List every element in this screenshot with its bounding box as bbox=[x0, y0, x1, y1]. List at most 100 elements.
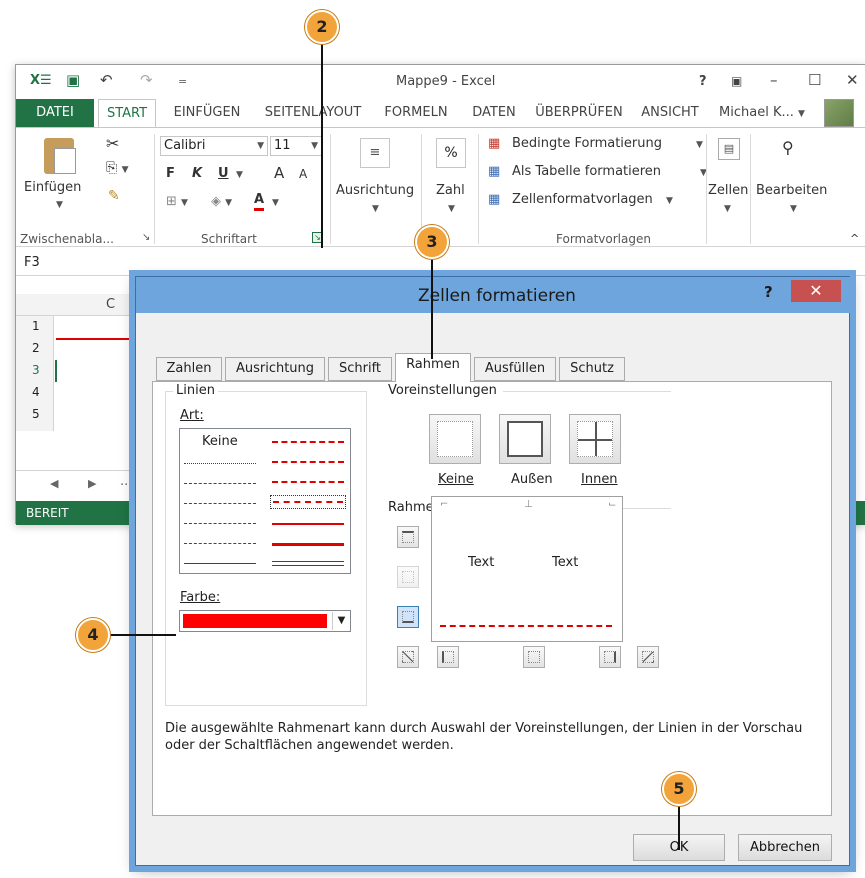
qat-customize-icon[interactable]: = bbox=[178, 75, 187, 88]
find-binoculars-icon[interactable]: ⚲ bbox=[782, 138, 794, 157]
line-style-option[interactable] bbox=[184, 543, 256, 544]
line-style-option[interactable] bbox=[272, 543, 344, 546]
bold-button[interactable]: F bbox=[166, 166, 175, 181]
number-button[interactable]: Zahl bbox=[436, 183, 465, 198]
tab-daten[interactable]: DATEN bbox=[462, 99, 526, 127]
border-left-button[interactable] bbox=[437, 646, 459, 668]
line-style-option[interactable] bbox=[272, 461, 344, 463]
row-header-3[interactable]: 3 bbox=[32, 363, 40, 377]
copy-icon[interactable]: ⎘ ▼ bbox=[106, 160, 129, 176]
tab-schutz[interactable]: Schutz bbox=[559, 357, 625, 381]
preview-bottom-border[interactable] bbox=[440, 625, 612, 627]
line-style-list[interactable]: Keine bbox=[179, 428, 351, 574]
dialog-close-button[interactable]: ✕ bbox=[791, 280, 841, 302]
conditional-format-button[interactable]: Bedingte Formatierung bbox=[512, 136, 662, 151]
border-diagonal-up-button[interactable] bbox=[397, 646, 419, 668]
font-color-button[interactable]: A bbox=[254, 192, 265, 211]
border-middle-horizontal-button[interactable] bbox=[397, 566, 419, 588]
callout-4-line bbox=[110, 634, 176, 636]
line-style-option[interactable] bbox=[272, 441, 344, 443]
user-account[interactable]: Michael K... ▼ bbox=[712, 99, 812, 127]
collapse-ribbon-icon[interactable]: ^ bbox=[850, 232, 859, 245]
line-style-option[interactable] bbox=[184, 483, 256, 484]
minimize-icon[interactable]: – bbox=[770, 71, 778, 89]
cells-icon[interactable]: ▤ bbox=[718, 138, 740, 160]
clipboard-launcher-icon[interactable]: ↘ bbox=[142, 232, 150, 243]
tab-ansicht[interactable]: ANSICHT bbox=[632, 99, 708, 127]
line-style-selected[interactable] bbox=[270, 495, 346, 509]
name-box[interactable]: F3 bbox=[24, 255, 40, 270]
column-header-c[interactable]: C bbox=[106, 297, 115, 312]
cell-styles-button[interactable]: Zellenformatvorlagen bbox=[512, 192, 653, 207]
tab-ausrichtung[interactable]: Ausrichtung bbox=[225, 357, 325, 381]
row-header-2[interactable]: 2 bbox=[32, 341, 40, 355]
grow-font-button[interactable]: A bbox=[274, 164, 284, 182]
line-style-none[interactable]: Keine bbox=[202, 434, 238, 449]
format-painter-icon[interactable]: ✎ bbox=[108, 188, 120, 204]
avatar[interactable] bbox=[824, 99, 854, 127]
fill-color-icon[interactable]: ◈ ▼ bbox=[211, 194, 232, 209]
border-middle-vertical-button[interactable] bbox=[523, 646, 545, 668]
cancel-button[interactable]: Abbrechen bbox=[738, 834, 832, 861]
tab-formeln[interactable]: FORMELN bbox=[374, 99, 458, 127]
close-icon[interactable]: ✕ bbox=[846, 71, 859, 89]
callout-2-line bbox=[321, 44, 323, 248]
maximize-icon[interactable]: ☐ bbox=[808, 71, 821, 89]
tab-seitenlayout[interactable]: SEITENLAYOUT bbox=[254, 99, 372, 127]
lines-group-label: Linien bbox=[173, 383, 218, 398]
border-preview[interactable]: ⌐ ⊥ ⌙ Text Text bbox=[431, 496, 623, 642]
border-top-button[interactable] bbox=[397, 526, 419, 548]
red-cell-border bbox=[56, 338, 146, 340]
next-sheet-icon[interactable]: ▶ bbox=[88, 477, 96, 490]
color-select[interactable]: ▼ bbox=[179, 610, 351, 632]
editing-button[interactable]: Bearbeiten bbox=[756, 183, 827, 198]
tab-schrift[interactable]: Schrift bbox=[328, 357, 392, 381]
underline-button[interactable]: U bbox=[218, 166, 229, 181]
tab-datei[interactable]: DATEI bbox=[16, 99, 94, 127]
ribbon-display-icon[interactable]: ▣ bbox=[731, 74, 742, 88]
font-size-select[interactable]: 11 ▼ bbox=[270, 136, 322, 156]
dialog-help-icon[interactable]: ? bbox=[764, 283, 773, 301]
shrink-font-button[interactable]: A bbox=[299, 167, 307, 181]
tab-ueberpruefen[interactable]: ÜBERPRÜFEN bbox=[528, 99, 630, 127]
italic-button[interactable]: K bbox=[192, 166, 202, 181]
border-right-button[interactable] bbox=[599, 646, 621, 668]
more-sheets-icon[interactable]: ... bbox=[120, 474, 132, 489]
cut-icon[interactable]: ✂ bbox=[106, 134, 119, 153]
undo-icon[interactable]: ↶ bbox=[100, 71, 113, 89]
line-style-option[interactable] bbox=[272, 561, 344, 566]
line-style-option[interactable] bbox=[184, 523, 256, 524]
paste-icon[interactable] bbox=[44, 138, 76, 174]
line-style-option[interactable] bbox=[272, 523, 344, 525]
tab-start[interactable]: START bbox=[98, 99, 156, 127]
preset-outline-button[interactable] bbox=[499, 414, 551, 464]
row-header-4[interactable]: 4 bbox=[32, 385, 40, 399]
tab-zahlen[interactable]: Zahlen bbox=[156, 357, 222, 381]
alignment-icon[interactable]: ≡ bbox=[360, 138, 390, 168]
line-style-option[interactable] bbox=[272, 481, 344, 483]
line-style-option[interactable] bbox=[184, 503, 256, 504]
tab-einfuegen[interactable]: EINFÜGEN bbox=[162, 99, 252, 127]
preset-inside-button[interactable] bbox=[569, 414, 621, 464]
cells-button[interactable]: Zellen bbox=[708, 183, 748, 198]
border-icon[interactable]: ⊞ ▼ bbox=[166, 194, 188, 209]
tab-rahmen[interactable]: Rahmen bbox=[395, 353, 471, 382]
preset-none-button[interactable] bbox=[429, 414, 481, 464]
border-diagonal-down-button[interactable] bbox=[637, 646, 659, 668]
line-style-option[interactable] bbox=[184, 463, 256, 464]
row-header-1[interactable]: 1 bbox=[32, 319, 40, 333]
percent-icon[interactable]: % bbox=[436, 138, 466, 168]
format-as-table-button[interactable]: Als Tabelle formatieren bbox=[512, 164, 661, 179]
chevron-down-icon[interactable]: ▼ bbox=[332, 612, 350, 630]
font-name-select[interactable]: Calibri ▼ bbox=[160, 136, 268, 156]
paste-button[interactable]: Einfügen bbox=[24, 180, 81, 195]
tab-ausfuellen[interactable]: Ausfüllen bbox=[474, 357, 556, 381]
alignment-button[interactable]: Ausrichtung bbox=[336, 183, 414, 198]
line-style-option[interactable] bbox=[184, 563, 256, 564]
redo-icon[interactable]: ↷ bbox=[140, 71, 153, 89]
help-icon[interactable]: ? bbox=[699, 74, 707, 89]
prev-sheet-icon[interactable]: ◀ bbox=[50, 477, 58, 490]
save-icon[interactable]: ▣ bbox=[66, 71, 80, 89]
row-header-5[interactable]: 5 bbox=[32, 407, 40, 421]
border-bottom-button[interactable] bbox=[397, 606, 419, 628]
